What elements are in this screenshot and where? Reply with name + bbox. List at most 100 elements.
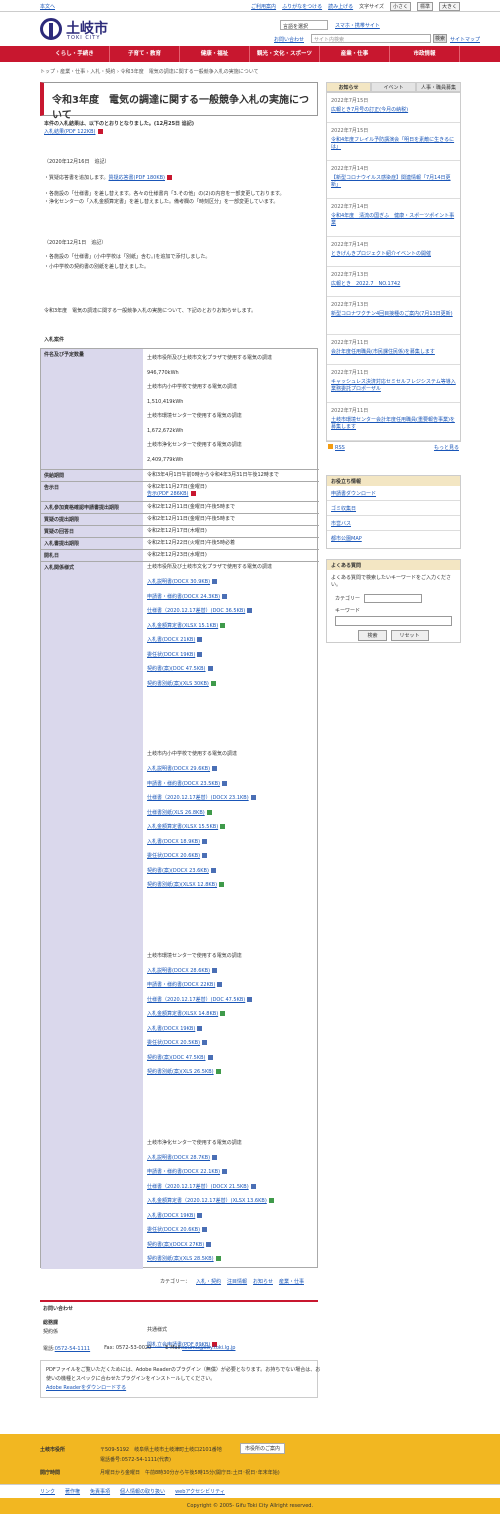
form-file-link[interactable]: 申請書・様約書(DOCX 24.3KB): [147, 594, 220, 600]
search-button[interactable]: 検索: [433, 34, 447, 43]
footer-link[interactable]: 個人情報の取り扱い: [120, 1488, 165, 1495]
category-link[interactable]: 産業・仕事: [279, 1278, 304, 1285]
form-file-link[interactable]: 仕様書（2020.12.17差替）(DOCX 23.1KB): [147, 795, 249, 801]
smartphone-site-link[interactable]: スマホ・携帯サイト: [335, 22, 380, 29]
category-link[interactable]: 入札・契約: [196, 1278, 221, 1285]
tab-news[interactable]: お知らせ: [326, 82, 371, 92]
news-link[interactable]: キャッシュレス決済対応セミセルフレジシステム等導入業務委託プロポーザル: [331, 379, 456, 393]
form-file-link[interactable]: 仕様書別紙(XLS 26.8KB): [147, 810, 205, 816]
form-file-link[interactable]: 入札書(DOCX 21KB): [147, 637, 195, 643]
furigana-link[interactable]: ふりがなをつける: [282, 3, 322, 10]
forms-group: 土岐市役所及び土岐市文化プラザで使用する電気の調達 入札説明書(DOCX 30.9…: [147, 564, 315, 741]
useful-link[interactable]: 都市公園MAP: [331, 536, 362, 542]
news-link[interactable]: 広報とき 2022.7 NO.1742: [331, 281, 456, 288]
text-standard-button[interactable]: 標準: [416, 2, 433, 11]
sitemap-link[interactable]: サイトマップ: [450, 36, 480, 43]
form-file-link[interactable]: 仕様書（2020.12.17差替）(DOC 36.5KB): [147, 608, 245, 614]
news-link[interactable]: 広報とき7月号の訂正(今月の納税): [331, 107, 456, 114]
category-select[interactable]: [364, 594, 423, 603]
gnav-health[interactable]: 健康・福祉: [180, 46, 250, 62]
qa-pdf-link[interactable]: 質疑応答書(PDF 180KB): [109, 175, 166, 181]
cell-line: 2,409,779kWh: [147, 456, 184, 463]
language-select[interactable]: 言語を選択: [280, 20, 328, 30]
gnav-childcare[interactable]: 子育て・教育: [110, 46, 180, 62]
form-file-link[interactable]: 入札書(DOCX 19KB): [147, 1213, 195, 1219]
form-file-link[interactable]: 仕様書（2020.12.17差替）(DOCX 21.5KB): [147, 1184, 249, 1190]
useful-link[interactable]: ゴミ収集日: [331, 506, 356, 512]
tel-link[interactable]: 0572-54-1111: [55, 1346, 90, 1352]
form-file-link[interactable]: 契約書別紙(案)(XLS 26.5KB): [147, 1069, 214, 1075]
site-search-input[interactable]: サイト内検索: [311, 34, 431, 43]
gnav-cityinfo[interactable]: 市政情報: [390, 46, 460, 62]
logo-english: TOKI CITY: [67, 35, 101, 41]
form-file-link[interactable]: 申請書・様約書(DOCX 22KB): [147, 982, 215, 988]
form-file-link[interactable]: 契約書別紙(案)(XLSX 12.8KB): [147, 882, 217, 888]
useful-link[interactable]: 市営バス: [331, 521, 351, 527]
form-link-item: 仕様書別紙(XLS 26.8KB): [147, 809, 315, 817]
gnav-industry[interactable]: 産業・仕事: [320, 46, 390, 62]
breadcrumb[interactable]: トップ › 産業・仕事 › 入札・契約 › 令和3年度 電気の調達に関する一般競…: [40, 68, 259, 75]
form-file-link[interactable]: 入札金額算定書（2020.12.17差替）(XLSX 13.6KB): [147, 1198, 267, 1204]
tab-hr[interactable]: 人事・職員募集: [416, 82, 461, 92]
map-button[interactable]: 市役所のご案内: [240, 1443, 286, 1454]
guide-link[interactable]: ご利用案内: [251, 3, 276, 10]
inquiry-link[interactable]: お問い合わせ: [274, 36, 304, 43]
more-link[interactable]: もっと見る: [434, 444, 459, 451]
category-link[interactable]: お知らせ: [253, 1278, 273, 1285]
news-link[interactable]: 令和4年度 清流の国ぎふ 健康・スポーツポイント事業: [331, 213, 456, 227]
skip-link[interactable]: 本文へ: [40, 3, 55, 10]
form-file-link[interactable]: 契約書(案)(DOC 47.5KB): [147, 666, 206, 672]
news-link[interactable]: 土岐市環境センター会計年度任用職員(重要報告事業)を募集します: [331, 417, 456, 431]
mail-link[interactable]: soumu@city.toki.lg.jp: [182, 1345, 235, 1351]
news-date: 2022年7月14日: [331, 166, 369, 172]
site-logo[interactable]: 土岐市 TOKI CITY: [40, 18, 120, 44]
faq-reset-button[interactable]: リセット: [390, 630, 429, 641]
form-file-link[interactable]: 入札書(DOCX 19KB): [147, 1026, 195, 1032]
news-link[interactable]: 会計年度任用職員(市民課住民係)を募集します: [331, 349, 456, 356]
form-file-link[interactable]: 委任状(DOCX 19KB): [147, 652, 195, 658]
form-file-link[interactable]: 契約書別紙(案)(XLS 28.5KB): [147, 1256, 214, 1262]
form-file-link[interactable]: 契約書(案)(DOCX 27KB): [147, 1242, 204, 1248]
doc-icon: [207, 666, 213, 671]
footer-link[interactable]: リンク: [40, 1488, 55, 1495]
news-link[interactable]: 【新型コロナウイルス感染症】関連情報「7月14日更新」: [331, 175, 456, 189]
footer-link[interactable]: 免責事項: [90, 1488, 110, 1495]
news-link[interactable]: 新型コロナワクチン4回目接種のご案内(7月13日更新): [331, 311, 456, 318]
form-file-link[interactable]: 入札説明書(DOCX 29.6KB): [147, 766, 210, 772]
form-file-link[interactable]: 委任状(DOCX 20.6KB): [147, 1227, 200, 1233]
footer-link[interactable]: 著作権: [65, 1488, 80, 1495]
form-file-link[interactable]: 申請書・様約書(DOCX 22.1KB): [147, 1169, 220, 1175]
form-file-link[interactable]: 契約書(案)(DOC 47.5KB): [147, 1055, 206, 1061]
keyword-input[interactable]: [335, 616, 452, 626]
form-file-link[interactable]: 入札書(DOCX 18.9KB): [147, 839, 200, 845]
notice-pdf-link[interactable]: 告示(PDF 286KB): [147, 491, 189, 497]
form-file-link[interactable]: 契約書(案)(DOCX 23.6KB): [147, 868, 209, 874]
rss-link[interactable]: RSS: [335, 445, 345, 451]
gnav-tourism[interactable]: 観光・文化・スポーツ: [250, 46, 320, 62]
form-file-link[interactable]: 入札説明書(DOCX 28.6KB): [147, 968, 210, 974]
category-link[interactable]: 注目情報: [227, 1278, 247, 1285]
footer-link[interactable]: webアクセシビリティ: [175, 1488, 225, 1495]
form-file-link[interactable]: 委任状(DOCX 20.6KB): [147, 853, 200, 859]
adobe-download-link[interactable]: Adobe Readerをダウンロードする: [46, 1385, 126, 1391]
tab-events[interactable]: イベント: [371, 82, 416, 92]
text-larger-button[interactable]: 大きく: [438, 2, 460, 11]
result-pdf-link[interactable]: 入札結果(PDF 122KB): [44, 129, 96, 135]
form-file-link[interactable]: 申請書・様約書(DOCX 23.5KB): [147, 781, 220, 787]
table-row: 告示日 令和2年11月27日(金曜日) 告示(PDF 286KB): [41, 481, 319, 501]
news-link[interactable]: ときげんきプロジェクト紹介イベントの開催: [331, 251, 456, 258]
useful-link[interactable]: 申請書ダウンロード: [331, 491, 376, 497]
text-smaller-button[interactable]: 小さく: [389, 2, 411, 11]
form-file-link[interactable]: 入札金額算定書(XLSX 15.5KB): [147, 824, 218, 830]
form-file-link[interactable]: 契約書別紙(案)(XLS 30KB): [147, 681, 209, 687]
form-file-link[interactable]: 入札金額算定書(XLSX 14.8KB): [147, 1011, 218, 1017]
form-file-link[interactable]: 仕様書（2020.12.17差替）(DOC 47.5KB): [147, 997, 245, 1003]
form-file-link[interactable]: 入札金額算定書(XLSX 15.1KB): [147, 623, 218, 629]
faq-search-button[interactable]: 検索: [358, 630, 387, 641]
gnav-life[interactable]: くらし・手続き: [40, 46, 110, 62]
read-aloud-link[interactable]: 読み上げる: [328, 3, 353, 10]
form-file-link[interactable]: 入札説明書(DOCX 28.7KB): [147, 1155, 210, 1161]
form-file-link[interactable]: 委任状(DOCX 20.5KB): [147, 1040, 200, 1046]
news-link[interactable]: 令和4年度フレイル予防講演会「明日を素敵に生きるには」: [331, 137, 456, 151]
form-file-link[interactable]: 入札説明書(DOCX 30.9KB): [147, 579, 210, 585]
